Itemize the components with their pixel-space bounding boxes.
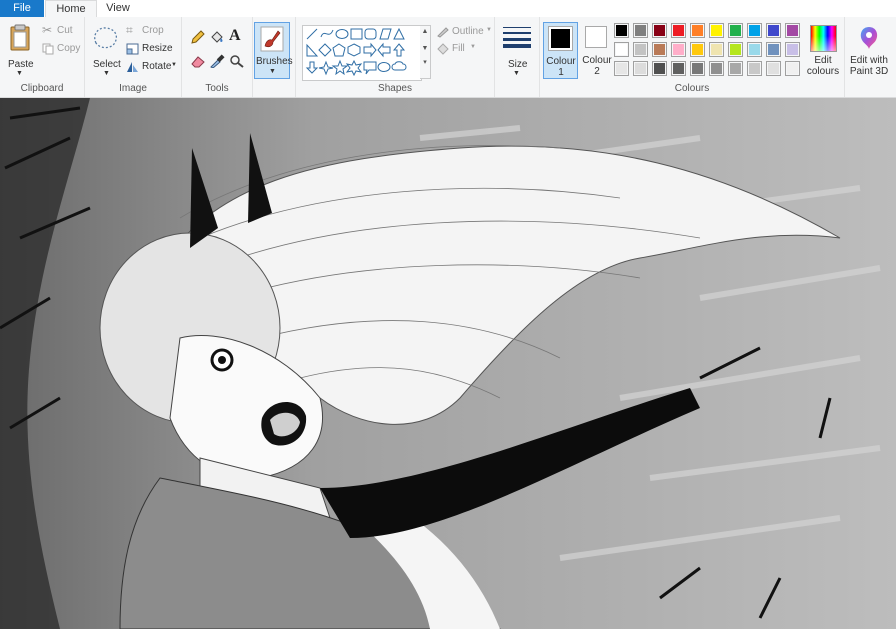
select-label: Select	[93, 59, 121, 70]
size-button[interactable]: Size ▼	[499, 21, 535, 79]
group-size: Size ▼	[495, 17, 540, 97]
paint3d-icon	[860, 27, 878, 49]
edit-with-paint3d-button[interactable]: Edit with Paint 3D	[847, 22, 891, 82]
copy-button[interactable]: Copy	[40, 42, 80, 56]
cut-button[interactable]: ✂ Cut	[40, 23, 80, 38]
group-shapes: Shapes	[296, 17, 495, 97]
tab-view[interactable]: View	[100, 0, 136, 17]
line-thickness-icon	[503, 27, 531, 48]
resize-label: Resize	[142, 43, 173, 54]
clipboard-icon	[10, 24, 30, 51]
divider	[844, 17, 845, 97]
size-label: Size	[508, 59, 528, 70]
chevron-down-icon: ▼	[171, 62, 177, 68]
magnifier-icon[interactable]	[229, 54, 245, 68]
group-colours: Colours	[540, 17, 844, 97]
crop-button[interactable]: ⌗ Crop	[126, 23, 176, 38]
brush-icon	[260, 26, 284, 52]
paste-button[interactable]: Paste ▼	[4, 21, 36, 79]
group-image: Select ▼ ⌗ Crop Resize Rotate ▼ Image	[85, 17, 182, 97]
color-picker-icon[interactable]	[209, 54, 225, 68]
brushes-button[interactable]: Brushes ▼	[254, 22, 293, 79]
crop-label: Crop	[142, 25, 164, 36]
pencil-icon[interactable]	[190, 29, 206, 45]
shapes-group-label: Shapes	[378, 83, 412, 94]
brushes-label: Brushes	[256, 56, 293, 67]
group-clipboard: Paste ▼ ✂ Cut Copy Clipboard	[0, 17, 85, 97]
paste-label: Paste	[8, 59, 34, 70]
resize-icon	[126, 43, 139, 55]
rotate-label: Rotate	[142, 61, 172, 72]
chevron-down-icon: ▼	[513, 70, 520, 77]
text-icon[interactable]: A	[229, 27, 241, 45]
clipboard-group-label: Clipboard	[20, 83, 64, 94]
selection-icon	[94, 27, 117, 49]
rotate-button[interactable]: Rotate ▼	[126, 60, 178, 74]
copy-icon	[42, 43, 54, 55]
menu-tabs: File Home View	[0, 0, 896, 18]
chevron-down-icon: ▼	[103, 70, 110, 77]
drawing-canvas[interactable]	[0, 98, 896, 629]
tab-home[interactable]: Home	[45, 0, 97, 18]
paint3d-label: Edit with Paint 3D	[849, 55, 889, 77]
anime-sketch-drawing-icon	[0, 98, 896, 629]
ribbon: Paste ▼ ✂ Cut Copy Clipboard Select ▼ ⌗ …	[0, 17, 896, 98]
resize-button[interactable]: Resize	[126, 42, 176, 56]
copy-label: Copy	[57, 43, 81, 54]
group-tools: A Tools	[182, 17, 253, 97]
rotate-icon	[127, 62, 138, 72]
chevron-down-icon: ▼	[16, 70, 23, 77]
tab-file[interactable]: File	[0, 0, 44, 17]
colours-group-label: Colours	[674, 83, 710, 94]
crop-icon: ⌗	[126, 23, 133, 37]
select-button[interactable]: Select ▼	[89, 21, 123, 79]
fill-bucket-icon[interactable]	[209, 29, 225, 45]
cut-label: Cut	[57, 25, 73, 36]
scissors-icon: ✂	[42, 23, 53, 37]
eraser-icon[interactable]	[190, 54, 206, 68]
chevron-down-icon: ▼	[269, 68, 276, 75]
tools-group-label: Tools	[205, 83, 229, 94]
image-group-label: Image	[119, 83, 147, 94]
